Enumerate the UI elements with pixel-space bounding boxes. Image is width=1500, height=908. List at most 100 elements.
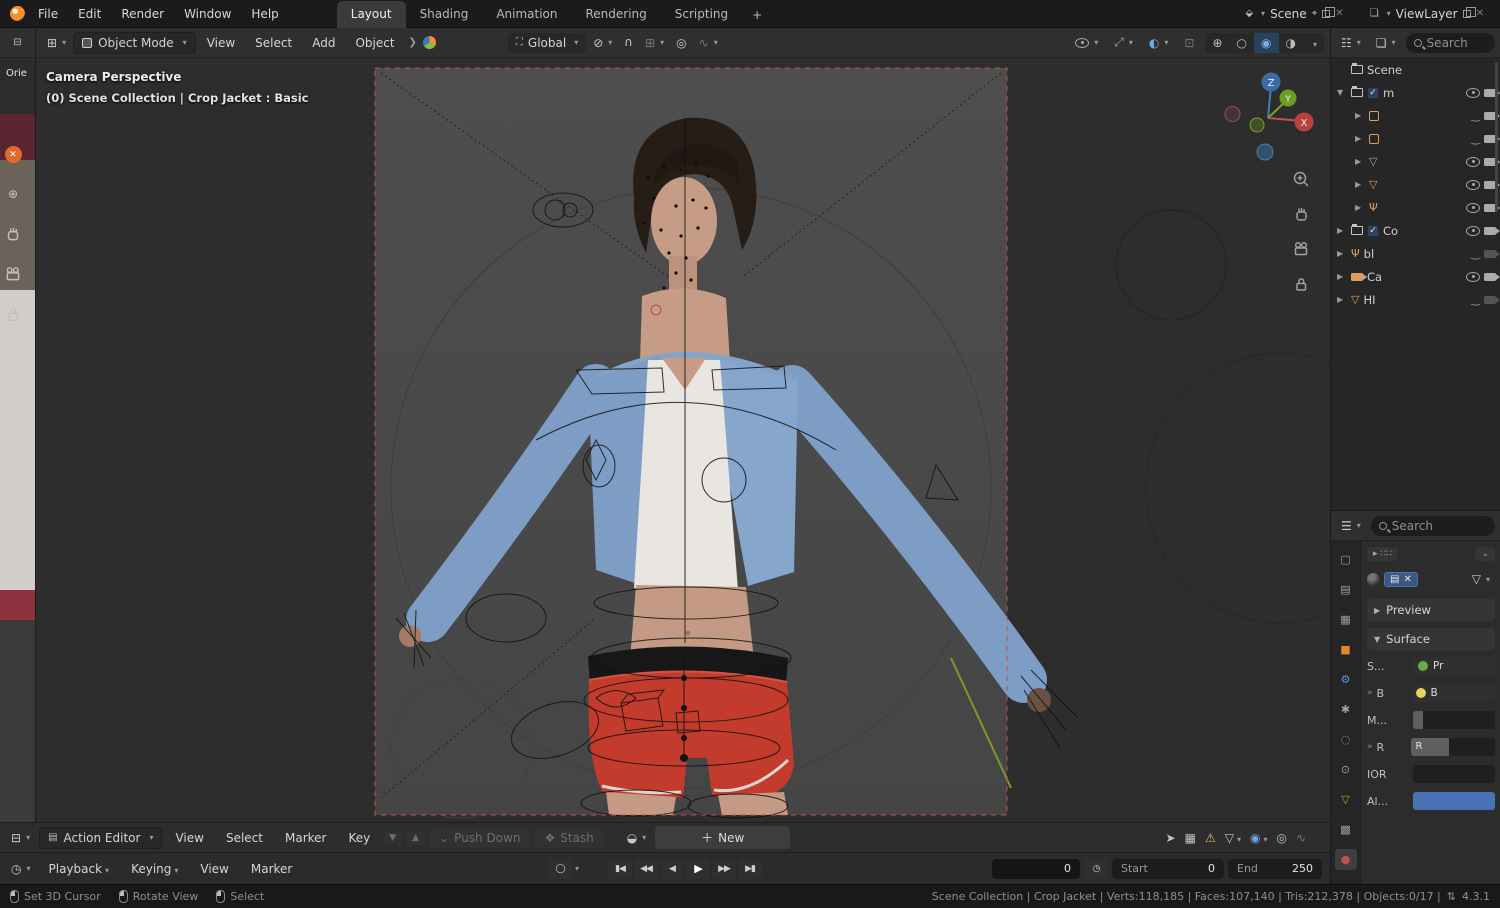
tab-scripting[interactable]: Scripting: [661, 1, 742, 28]
pivot-point-dropdown[interactable]: ⊘ ▾: [588, 33, 617, 53]
axis-neg-z-ball[interactable]: [1256, 143, 1274, 161]
warning-icon[interactable]: ⚠: [1205, 831, 1216, 845]
menu-select[interactable]: Select: [217, 827, 272, 849]
render-visibility-icon[interactable]: [1484, 272, 1500, 281]
render-visibility-icon[interactable]: [1484, 249, 1500, 258]
strip-editor-header[interactable]: ⊟: [0, 28, 35, 58]
unlink-image-icon[interactable]: ✕: [4, 146, 22, 163]
shading-rendered-button[interactable]: ◑: [1279, 33, 1303, 53]
timeline-editor-dropdown[interactable]: ◷ ▾: [6, 859, 36, 879]
hide-toggle-eye-icon[interactable]: [1466, 87, 1480, 98]
scene-selector[interactable]: ⬙ ▾ Scene ⌖ ✕: [1239, 5, 1349, 23]
shading-solid-button[interactable]: ○: [1230, 33, 1254, 53]
chevron-right-icon[interactable]: ▶: [1355, 203, 1365, 212]
record-button[interactable]: ◯: [548, 858, 572, 879]
menu-marker[interactable]: Marker: [242, 858, 301, 880]
browse-action-dropdown[interactable]: ◒ ▾: [622, 828, 652, 848]
chevron-right-icon[interactable]: ▶: [1337, 272, 1347, 281]
chevron-right-icon[interactable]: ▶: [1337, 295, 1347, 304]
jump-to-end-button[interactable]: ▶▮: [738, 858, 762, 879]
modifier-properties-tab[interactable]: ⚙: [1335, 669, 1357, 690]
chevron-right-icon[interactable]: ▶: [1355, 157, 1365, 166]
output-properties-tab[interactable]: ▤: [1335, 579, 1357, 600]
menu-select[interactable]: Select: [246, 32, 301, 54]
outliner-editor-dropdown[interactable]: ☷ ▾: [1336, 33, 1366, 53]
surface-panel-header[interactable]: ▼ Surface: [1367, 628, 1495, 650]
hand-icon[interactable]: [4, 225, 22, 243]
outliner-row-armature[interactable]: ▶ Ψ: [1331, 196, 1500, 219]
chevron-right-icon[interactable]: ▶: [1337, 249, 1347, 258]
texture-properties-tab[interactable]: ▩: [1335, 819, 1357, 840]
stash-button[interactable]: ❖ Stash: [534, 827, 604, 848]
hidden-eye-icon[interactable]: ‿: [1471, 110, 1480, 121]
editor-type-dropdown[interactable]: ⊞ ▾: [42, 33, 71, 53]
outliner-row-scene[interactable]: Scene: [1331, 58, 1500, 81]
menu-object[interactable]: Object: [346, 32, 403, 54]
mode-dropdown[interactable]: Object Mode ▾: [73, 31, 196, 54]
outliner-row-camera[interactable]: ▶ Ca: [1331, 265, 1500, 288]
header-expand-icon[interactable]: ❯: [409, 37, 417, 48]
tab-animation[interactable]: Animation: [482, 1, 571, 28]
properties-search-input[interactable]: Search: [1370, 515, 1495, 536]
shading-wireframe-button[interactable]: ⊕: [1205, 33, 1229, 53]
chevron-right-icon[interactable]: ▶: [1337, 226, 1347, 235]
camera-view-icon[interactable]: [1292, 240, 1310, 258]
viewport-3d[interactable]: Camera Perspective (0) Scene Collection …: [36, 58, 1330, 822]
menu-view[interactable]: View: [198, 32, 244, 54]
menu-add[interactable]: Add: [303, 32, 344, 54]
menu-render[interactable]: Render: [111, 2, 174, 26]
outliner-display-dropdown[interactable]: ❏ ▾: [1371, 33, 1401, 53]
properties-editor-dropdown[interactable]: ☰ ▾: [1336, 516, 1366, 536]
frame-channel-icon[interactable]: ▦: [1185, 831, 1196, 845]
start-frame-field[interactable]: Start 0: [1112, 858, 1224, 879]
material-sphere-icon[interactable]: [1367, 572, 1380, 586]
menu-view[interactable]: View: [166, 827, 212, 849]
collection-checkbox[interactable]: ✓: [1367, 224, 1379, 237]
blender-logo-icon[interactable]: [6, 5, 28, 23]
outliner-search-input[interactable]: Search: [1405, 32, 1495, 53]
pin-icon[interactable]: ⌖: [1312, 8, 1318, 19]
proportional-falloff-dropdown[interactable]: ∿ ▾: [694, 33, 723, 53]
outliner-row-collection[interactable]: ▶ ✓ Co: [1331, 219, 1500, 242]
particles-properties-tab[interactable]: ✱: [1335, 699, 1357, 720]
collapsed-editor-strip[interactable]: ⊟ Orie ✕ ⊕: [0, 28, 36, 822]
material-properties-tab[interactable]: ●: [1334, 849, 1357, 870]
keying-set-dropdown[interactable]: ▾: [575, 864, 579, 873]
axis-neg-x-ball[interactable]: [1224, 106, 1241, 122]
preview-panel-header[interactable]: ▶ Preview: [1367, 599, 1495, 621]
menu-file[interactable]: File: [28, 2, 68, 26]
outliner-row-collection[interactable]: ▼ ✓ m: [1331, 81, 1500, 104]
metallic-slider[interactable]: [1413, 711, 1495, 729]
shading-material-button[interactable]: ◉: [1254, 32, 1279, 53]
hide-toggle-eye-icon[interactable]: [1466, 271, 1480, 282]
filter-funnel-icon[interactable]: ▽ ▾: [1225, 831, 1241, 845]
current-frame-field[interactable]: 0: [992, 858, 1080, 879]
push-down-button[interactable]: ⌄ Push Down: [429, 827, 531, 848]
hide-toggle-eye-icon[interactable]: [1466, 156, 1480, 167]
physics-properties-tab[interactable]: ◌: [1335, 729, 1357, 750]
play-button[interactable]: ▶: [686, 858, 710, 879]
falloff-icon[interactable]: ∿: [1296, 831, 1306, 845]
next-keyframe-button[interactable]: ▶▶: [712, 858, 736, 879]
material-name-field[interactable]: ▤ ✕: [1384, 571, 1418, 587]
play-reverse-button[interactable]: ◀: [660, 858, 684, 879]
snap-toggle[interactable]: ∪: [619, 33, 638, 53]
playback-dropdown[interactable]: Playback ▾: [40, 858, 119, 880]
hidden-eye-icon[interactable]: ‿: [1471, 133, 1480, 144]
end-frame-field[interactable]: End 250: [1228, 858, 1322, 879]
navigation-gizmo[interactable]: Z Y X: [1224, 66, 1316, 166]
remove-viewlayer-icon[interactable]: ✕: [1476, 8, 1484, 19]
hidden-eye-icon[interactable]: ‿: [1471, 294, 1480, 305]
outliner-scrollbar[interactable]: [1495, 62, 1498, 212]
proportional-edit-toggle[interactable]: ◎: [671, 33, 691, 53]
transform-orientation-dropdown[interactable]: ⛶ Global ▾: [507, 32, 587, 53]
zoom-icon[interactable]: ⊕: [4, 185, 22, 203]
viewlayer-properties-tab[interactable]: ▦: [1335, 609, 1357, 630]
visibility-dropdown[interactable]: ▾: [1070, 35, 1103, 51]
tab-shading[interactable]: Shading: [406, 1, 483, 28]
gizmos-dropdown[interactable]: ⤢ ▾: [1109, 32, 1138, 53]
shading-options-dropdown[interactable]: ▾: [1303, 33, 1324, 53]
lock-icon[interactable]: [4, 305, 22, 323]
move-channel-up-button[interactable]: ▲: [406, 830, 426, 845]
object-properties-tab[interactable]: ■: [1335, 639, 1357, 660]
